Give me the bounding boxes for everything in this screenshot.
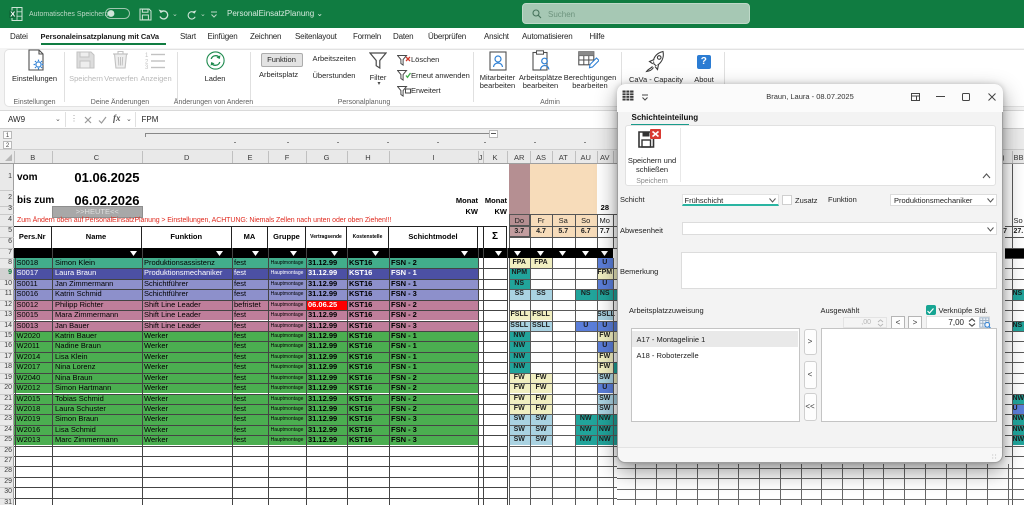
svg-text:3: 3 bbox=[145, 65, 149, 69]
svg-text:1: 1 bbox=[145, 53, 149, 59]
svg-text:X: X bbox=[10, 10, 15, 19]
